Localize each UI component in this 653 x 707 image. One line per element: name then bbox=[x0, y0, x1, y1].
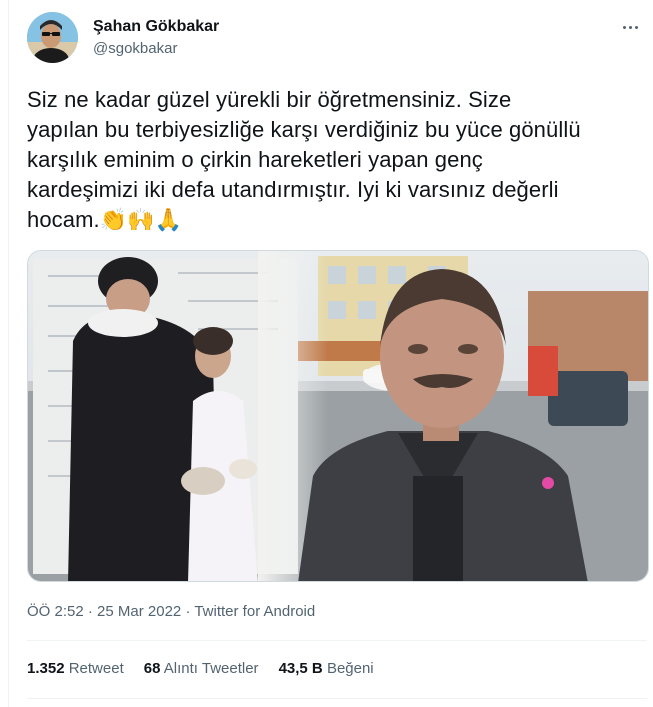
author-name[interactable]: Şahan Gökbakar bbox=[93, 18, 219, 36]
divider bbox=[27, 640, 647, 641]
profile-photo-icon bbox=[27, 12, 78, 63]
divider bbox=[27, 698, 647, 699]
quotes-count: 68 bbox=[143, 660, 161, 677]
tweet-stats: 1.352 Retweet 68 Alıntı Tweetler 43,5 B … bbox=[27, 660, 394, 677]
tweet-text: Siz ne kadar güzel yürekli bir öğretmens… bbox=[27, 85, 637, 236]
tweet-header: Şahan Gökbakar @sgokbakar bbox=[27, 12, 647, 68]
likes-stat[interactable]: 43,5 B Beğeni bbox=[279, 660, 374, 677]
meta-separator: · bbox=[83, 603, 98, 620]
more-horizontal-icon[interactable] bbox=[617, 14, 643, 40]
tweet-line-last: hocam.👏🙌🙏 bbox=[27, 205, 637, 236]
quotes-label: Alıntı Tweetler bbox=[163, 660, 259, 677]
author-handle[interactable]: @sgokbakar bbox=[93, 40, 177, 57]
retweets-count: 1.352 bbox=[27, 660, 65, 677]
tweet-line: karşılık eminim o çirkin hareketleri yap… bbox=[27, 147, 483, 172]
meta-separator: · bbox=[181, 603, 195, 620]
tweet-photo[interactable] bbox=[27, 250, 649, 582]
tweet-line: yapılan bu terbiyesizliğe karşı verdiğin… bbox=[27, 117, 581, 142]
timeline-rule bbox=[8, 0, 9, 707]
tweet-meta: ÖÖ 2:52 · 25 Mar 2022 · Twitter for Andr… bbox=[27, 603, 315, 620]
retweets-label: Retweet bbox=[68, 660, 124, 677]
tweet-time[interactable]: ÖÖ 2:52 bbox=[27, 603, 84, 620]
tweet-line-text: hocam. bbox=[27, 207, 100, 232]
tweet-line: kardeşimizi iki defa utandırmıştır. Iyi … bbox=[27, 177, 559, 202]
tweet-date[interactable]: 25 Mar 2022 bbox=[97, 603, 181, 620]
tweet-line: Siz ne kadar güzel yürekli bir öğretmens… bbox=[27, 87, 512, 112]
quotes-stat[interactable]: 68 Alıntı Tweetler bbox=[144, 660, 259, 677]
likes-count: 43,5 B bbox=[278, 660, 323, 677]
photo-collage-icon bbox=[28, 251, 648, 581]
tweet-client[interactable]: Twitter for Android bbox=[194, 603, 315, 620]
likes-label: Beğeni bbox=[326, 660, 374, 677]
avatar[interactable] bbox=[27, 12, 78, 63]
tweet-card: Şahan Gökbakar @sgokbakar Siz ne kadar g… bbox=[0, 0, 653, 707]
emoji-clap-raise-pray-icon: 👏🙌🙏 bbox=[99, 208, 183, 233]
retweets-stat[interactable]: 1.352 Retweet bbox=[27, 660, 124, 677]
